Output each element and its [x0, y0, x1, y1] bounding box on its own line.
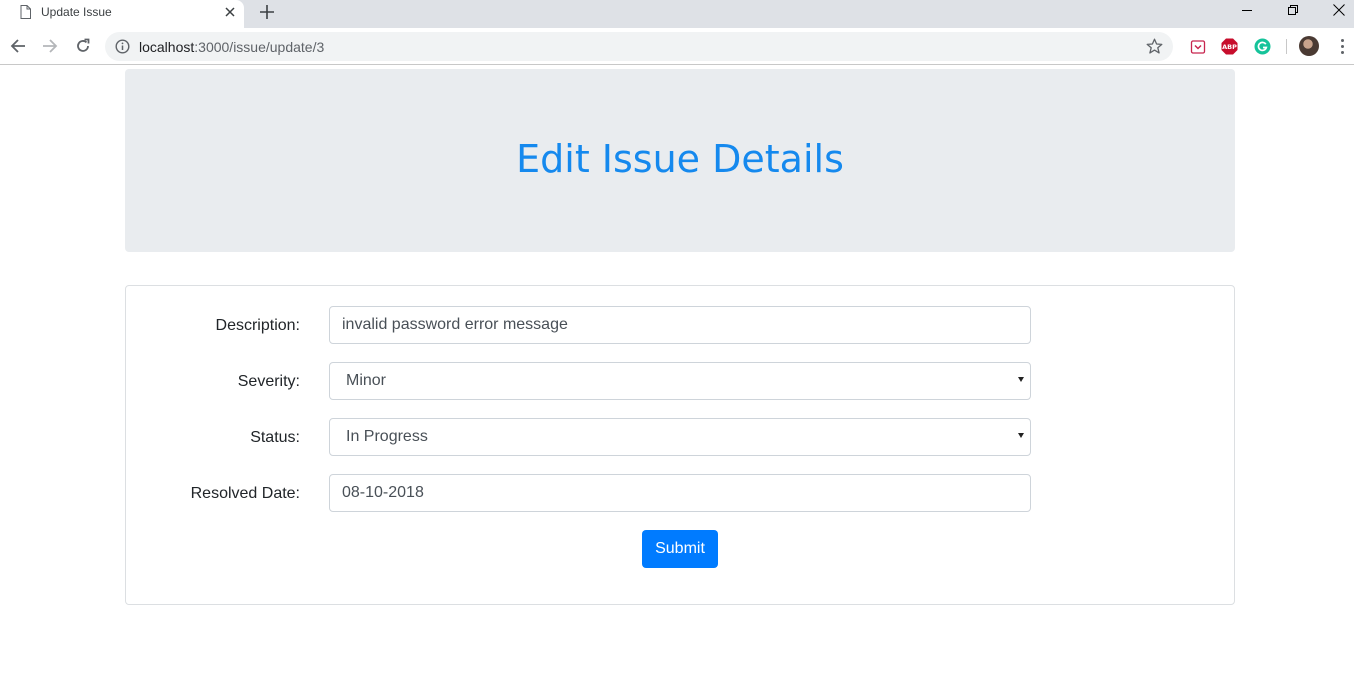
info-icon[interactable] [115, 39, 130, 54]
url-host: localhost [139, 39, 195, 55]
pocket-extension[interactable] [1189, 38, 1206, 55]
issue-form: Description: invalid password error mess… [125, 285, 1235, 605]
star-icon[interactable] [1146, 38, 1163, 55]
status-label: Status: [250, 429, 300, 446]
grammarly-extension[interactable] [1254, 38, 1271, 55]
form-row-resolved-date: Resolved Date: 08-10-2018 [126, 474, 1234, 512]
restore-icon [1288, 5, 1298, 15]
form-row-description: Description: invalid password error mess… [126, 306, 1234, 344]
url-text: localhost:3000/issue/update/3 [139, 39, 324, 55]
url-path: :3000/issue/update/3 [194, 39, 325, 55]
status-select[interactable]: In Progress [329, 418, 1031, 456]
adblock-plus-icon: ABP [1221, 38, 1238, 55]
caret-down-icon [1018, 377, 1024, 382]
tab-title: Update Issue [41, 5, 112, 19]
close-icon[interactable] [222, 4, 238, 20]
kebab-menu-icon[interactable] [1334, 38, 1350, 55]
grammarly-icon [1254, 38, 1271, 55]
arrow-right-icon [43, 39, 58, 53]
minimize-button[interactable] [1224, 0, 1270, 20]
description-input[interactable]: invalid password error message [329, 306, 1031, 344]
restore-button[interactable] [1270, 0, 1316, 20]
browser-tabstrip: Update Issue [0, 0, 1354, 28]
reload-icon [77, 38, 90, 52]
page-title: Edit Issue Details [516, 137, 844, 181]
description-label: Description: [215, 317, 300, 334]
window-close-button[interactable] [1316, 0, 1354, 20]
status-selected-value: In Progress [346, 428, 428, 445]
forward-button[interactable] [40, 36, 60, 56]
svg-text:ABP: ABP [1222, 43, 1237, 51]
form-row-status: Status: In Progress [126, 418, 1234, 456]
address-bar[interactable]: localhost:3000/issue/update/3 [105, 32, 1173, 61]
profile-avatar[interactable] [1299, 36, 1319, 56]
submit-button[interactable]: Submit [642, 530, 718, 568]
browser-toolbar: localhost:3000/issue/update/3 ABP [0, 28, 1354, 65]
pocket-icon [1190, 39, 1205, 54]
reload-button[interactable] [73, 36, 93, 56]
back-button[interactable] [8, 36, 28, 56]
close-icon [1333, 4, 1345, 16]
resolved-date-label: Resolved Date: [190, 485, 300, 502]
severity-select[interactable]: Minor [329, 362, 1031, 400]
minimize-icon [1242, 10, 1252, 11]
severity-label: Severity: [237, 373, 300, 390]
document-icon [20, 5, 31, 19]
plus-icon[interactable] [258, 3, 276, 21]
caret-down-icon [1018, 433, 1024, 438]
severity-selected-value: Minor [346, 372, 387, 389]
browser-tab[interactable]: Update Issue [0, 0, 244, 28]
arrow-left-icon [10, 39, 25, 53]
toolbar-separator [1286, 39, 1287, 54]
adblock-extension[interactable]: ABP [1221, 38, 1238, 55]
form-row-severity: Severity: Minor [126, 362, 1234, 400]
page-header: Edit Issue Details [125, 69, 1235, 252]
resolved-date-input[interactable]: 08-10-2018 [329, 474, 1031, 512]
